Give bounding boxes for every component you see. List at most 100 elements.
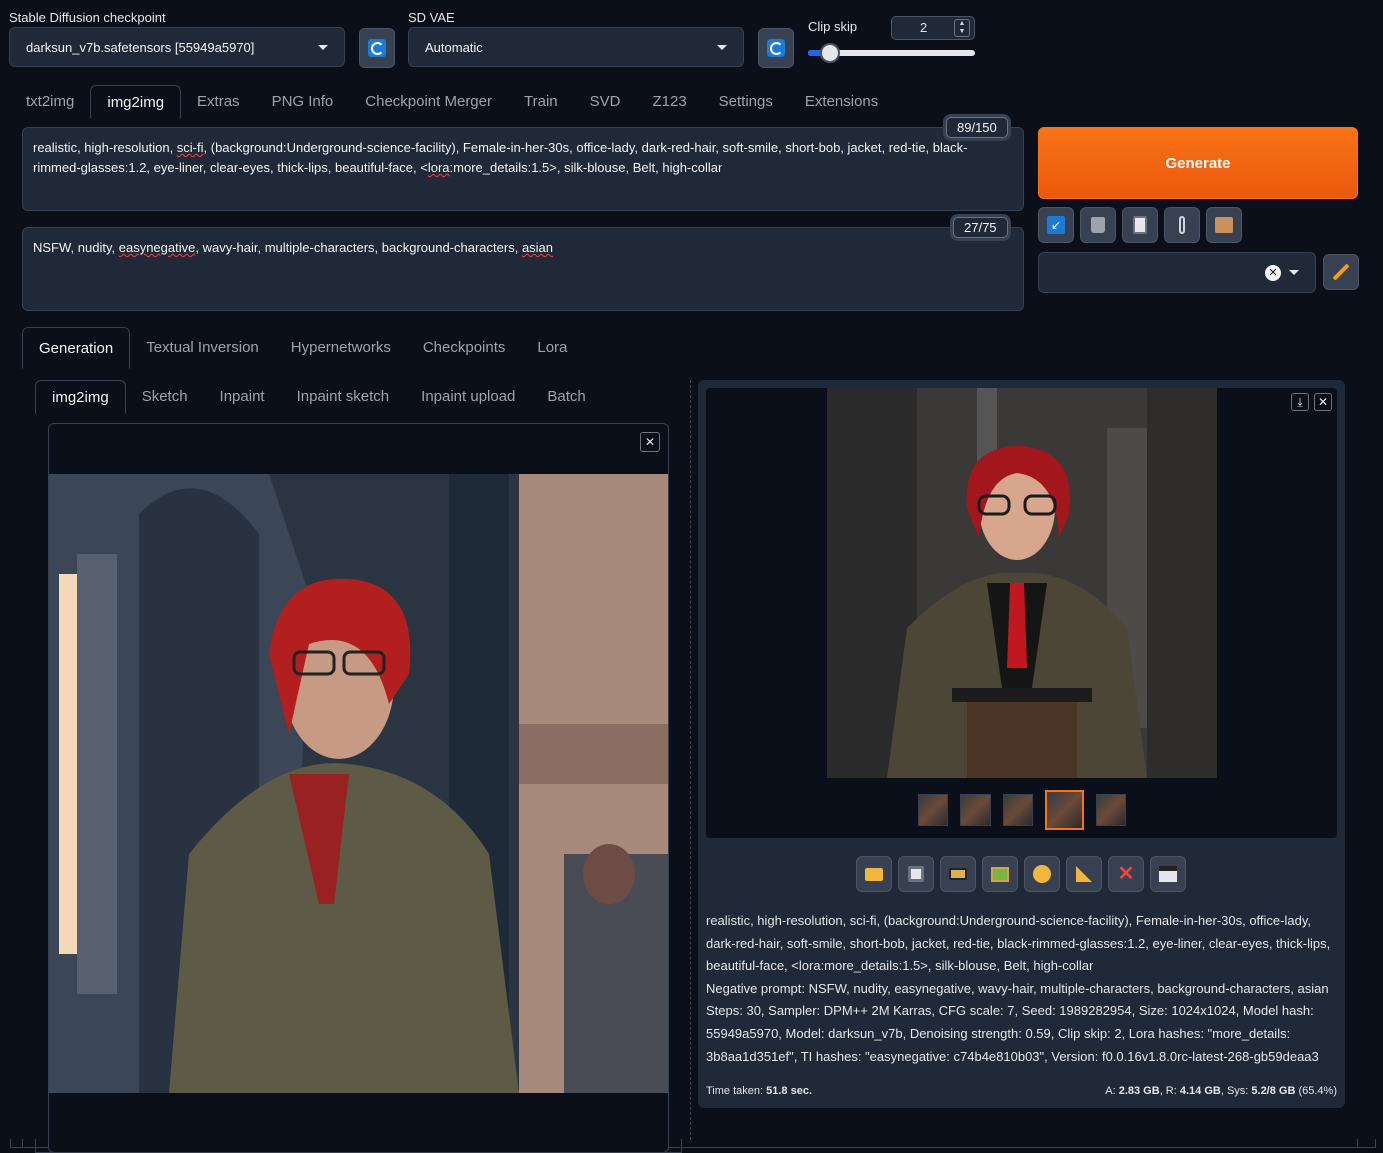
save-icon: [908, 866, 924, 882]
tab-hypernetworks[interactable]: Hypernetworks: [275, 327, 407, 369]
tab-checkpoints[interactable]: Checkpoints: [407, 327, 522, 369]
close-icon[interactable]: ✕: [1314, 393, 1332, 411]
prompt-text-flagged: sci-fi: [176, 140, 204, 155]
prompt-token-counter: 89/150: [946, 117, 1008, 138]
clip-skip-input[interactable]: 2 ▲ ▼: [891, 16, 975, 40]
arrow-icon: ↙: [1047, 216, 1065, 234]
mem-sys-value: 5.2/8 GB: [1251, 1085, 1296, 1097]
tab-svd[interactable]: SVD: [574, 85, 637, 119]
tab-train[interactable]: Train: [508, 85, 574, 119]
checkpoint-dropdown[interactable]: darksun_v7b.safetensors [55949a5970]: [9, 27, 345, 67]
mem-sys-label: , Sys:: [1220, 1085, 1252, 1097]
mem-r-value: 4.14 GB: [1179, 1085, 1221, 1097]
tab-inpaint[interactable]: Inpaint: [204, 380, 281, 414]
gallery-thumbnail[interactable]: [960, 794, 991, 826]
send-to-inpaint-button[interactable]: [1024, 856, 1060, 892]
delete-button[interactable]: ✕: [1108, 856, 1144, 892]
clapperboard-icon: [1159, 866, 1177, 882]
tab-batch[interactable]: Batch: [531, 380, 601, 414]
tab-extras[interactable]: Extras: [181, 85, 256, 119]
negative-text-flagged: easynegative: [118, 240, 196, 255]
save-button[interactable]: [898, 856, 934, 892]
clip-skip-slider[interactable]: [808, 43, 975, 63]
box-icon: [1215, 217, 1233, 233]
tab-sketch[interactable]: Sketch: [126, 380, 204, 414]
gallery-thumbnail[interactable]: [1095, 794, 1127, 826]
tab-inpaint-sketch[interactable]: Inpaint sketch: [281, 380, 406, 414]
picture-icon: [991, 866, 1009, 882]
clear-icon[interactable]: ✕: [1265, 264, 1281, 281]
info-params: Steps: 30, Sampler: DPM++ 2M Karras, CFG…: [706, 1003, 1319, 1064]
tab-txt2img[interactable]: txt2img: [10, 85, 90, 119]
tab-settings[interactable]: Settings: [703, 85, 789, 119]
extra-networks-tab-bar: Generation Textual Inversion Hypernetwor…: [22, 327, 583, 369]
tab-textual-inversion[interactable]: Textual Inversion: [130, 327, 275, 369]
input-image-art: [49, 474, 668, 1093]
tab-extensions[interactable]: Extensions: [789, 85, 894, 119]
clapper-button[interactable]: [1150, 856, 1186, 892]
paperclip-icon: [1179, 216, 1185, 234]
send-to-img2img-button[interactable]: [982, 856, 1018, 892]
red-x-icon: ✕: [1117, 863, 1135, 885]
refresh-vae-button[interactable]: [758, 28, 794, 68]
info-negative: Negative prompt: NSFW, nudity, easynegat…: [706, 980, 1329, 996]
chevron-down-icon: [717, 44, 727, 50]
tab-lora[interactable]: Lora: [521, 327, 583, 369]
zip-button[interactable]: [940, 856, 976, 892]
send-to-extras-button[interactable]: [1066, 856, 1102, 892]
trash-button[interactable]: [1080, 207, 1116, 243]
trash-icon: [1091, 217, 1105, 233]
stepper-icon[interactable]: ▲ ▼: [954, 19, 970, 37]
download-icon[interactable]: ⤓: [1291, 393, 1309, 411]
mem-pct: (65.4%): [1295, 1085, 1337, 1097]
thumbnail-strip: [918, 790, 1127, 830]
negative-token-counter: 27/75: [953, 217, 1008, 238]
prompt-textarea[interactable]: realistic, high-resolution, sci-fi, (bac…: [22, 127, 1024, 211]
styles-dropdown[interactable]: ✕: [1038, 252, 1316, 293]
negative-prompt-textarea[interactable]: NSFW, nudity, easynegative, wavy-hair, m…: [22, 227, 1024, 311]
tab-generation[interactable]: Generation: [22, 327, 131, 369]
chevron-down-icon: [1289, 270, 1299, 275]
tab-checkpoint-merger[interactable]: Checkpoint Merger: [349, 85, 508, 119]
tab-img2img-mode[interactable]: img2img: [35, 380, 126, 414]
close-icon[interactable]: ✕: [640, 432, 660, 452]
paperclip-button[interactable]: [1164, 207, 1200, 243]
vae-label: SD VAE: [408, 10, 455, 25]
tab-png-info[interactable]: PNG Info: [256, 85, 350, 119]
output-image-art: [827, 388, 1217, 778]
time-taken-label: Time taken:: [706, 1085, 767, 1097]
refresh-checkpoint-button[interactable]: [359, 28, 395, 68]
vae-value: Automatic: [425, 39, 483, 55]
tab-img2img[interactable]: img2img: [90, 85, 182, 119]
tab-z123[interactable]: Z123: [636, 85, 702, 119]
prompt-tools: ↙: [1038, 207, 1242, 243]
gallery-thumbnail[interactable]: [1002, 794, 1034, 826]
archive-icon: [949, 868, 967, 880]
open-folder-button[interactable]: [856, 856, 892, 892]
checkpoint-value: darksun_v7b.safetensors [55949a5970]: [26, 39, 255, 55]
gallery-thumbnail[interactable]: [918, 794, 949, 826]
slider-handle[interactable]: [819, 43, 840, 63]
vae-dropdown[interactable]: Automatic: [408, 27, 744, 67]
pencil-icon: [1332, 263, 1350, 281]
negative-text: NSFW, nudity,: [33, 240, 119, 255]
mem-a-value: 2.83 GB: [1118, 1085, 1160, 1097]
chevron-down-icon: [318, 44, 328, 50]
tab-inpaint-upload[interactable]: Inpaint upload: [405, 380, 531, 414]
generate-button[interactable]: Generate: [1038, 127, 1358, 199]
prompt-text-flagged: lora: [427, 160, 450, 175]
gallery-thumbnail-selected[interactable]: [1045, 790, 1084, 830]
output-image[interactable]: [827, 388, 1217, 778]
triangle-ruler-icon: [1076, 866, 1092, 882]
negative-text-flagged: asian: [521, 240, 554, 255]
generation-info: realistic, high-resolution, sci-fi, (bac…: [706, 910, 1340, 1068]
folder-icon: [865, 867, 883, 881]
refresh-icon: [767, 39, 785, 57]
prompt-text: realistic, high-resolution,: [33, 140, 177, 155]
time-taken-value: 51.8 sec.: [766, 1085, 812, 1097]
clipboard-button[interactable]: [1122, 207, 1158, 243]
negative-text: , wavy-hair, multiple-characters, backgr…: [195, 240, 522, 255]
styles-button[interactable]: [1206, 207, 1242, 243]
edit-styles-button[interactable]: [1323, 254, 1359, 290]
read-params-button[interactable]: ↙: [1038, 207, 1074, 243]
